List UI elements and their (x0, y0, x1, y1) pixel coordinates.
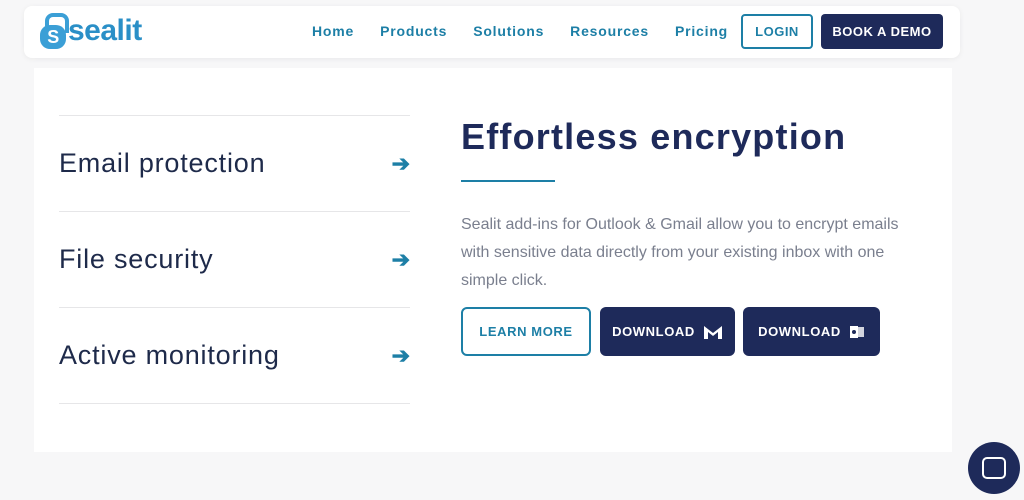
divider (59, 403, 410, 404)
learn-more-button[interactable]: LEARN MORE (461, 307, 591, 356)
gmail-icon (703, 325, 722, 339)
nav-products[interactable]: Products (380, 23, 447, 39)
chat-widget-button[interactable] (968, 442, 1020, 494)
download-gmail-button[interactable]: DOWNLOAD (600, 307, 735, 356)
arrow-right-icon: ➔ (391, 342, 410, 368)
nav-solutions[interactable]: Solutions (473, 23, 544, 39)
arrow-right-icon: ➔ (391, 246, 410, 272)
outlook-icon (849, 325, 864, 338)
lock-icon (40, 13, 69, 49)
nav-resources[interactable]: Resources (570, 23, 649, 39)
nav-pricing[interactable]: Pricing (675, 23, 728, 39)
feature-card: Email protection ➔ File security ➔ Active … (34, 68, 952, 452)
section-title: Effortless encryption (461, 116, 847, 157)
chat-icon (982, 457, 1006, 479)
nav-home[interactable]: Home (312, 23, 354, 39)
title-underline (461, 180, 555, 182)
download-outlook-button[interactable]: DOWNLOAD (743, 307, 880, 356)
feature-email-protection[interactable]: Email protection ➔ (59, 115, 410, 211)
section-description: Sealit add-ins for Outlook & Gmail allow… (461, 216, 899, 289)
feature-active-monitoring[interactable]: Active monitoring ➔ (59, 307, 410, 403)
feature-file-security[interactable]: File security ➔ (59, 211, 410, 307)
navbar: sealit Home Products Solutions Resources… (24, 6, 960, 58)
arrow-right-icon: ➔ (391, 150, 410, 176)
book-demo-button[interactable]: BOOK A DEMO (821, 14, 943, 49)
login-button[interactable]: LOGIN (741, 14, 813, 49)
sealit-logo[interactable]: sealit (40, 13, 142, 49)
